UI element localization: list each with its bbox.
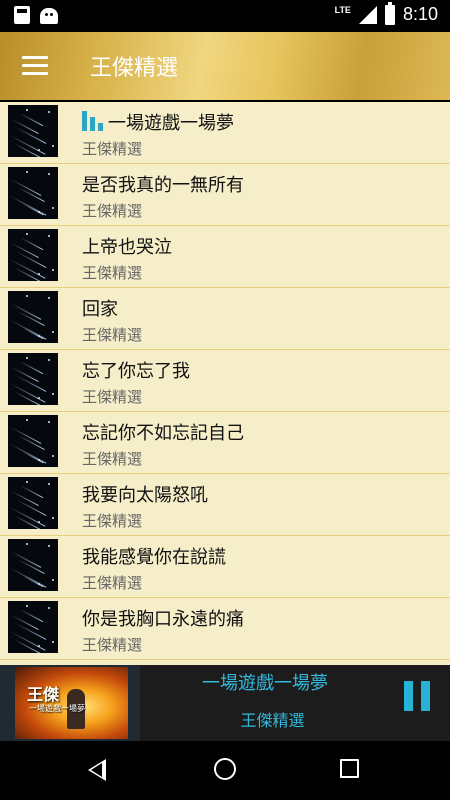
song-thumbnail: [8, 105, 58, 157]
song-subtitle: 王傑精選: [82, 388, 143, 406]
song-subtitle: 王傑精選: [82, 512, 143, 530]
signal-icon: [358, 5, 377, 24]
song-subtitle: 王傑精選: [82, 264, 143, 282]
status-bar: LTE 8:10: [0, 0, 450, 32]
song-title: 我要向太陽怒吼: [82, 481, 208, 507]
song-thumbnail: [8, 229, 58, 281]
album-art-subtitle: 一場遊戲一場夢: [29, 704, 85, 713]
app-bar: 王傑精選: [0, 32, 450, 100]
home-icon[interactable]: [214, 758, 236, 780]
pause-icon[interactable]: [404, 681, 430, 711]
song-thumbnail: [8, 167, 58, 219]
song-row[interactable]: 上帝也哭泣 王傑精選: [0, 226, 450, 288]
song-subtitle: 王傑精選: [82, 140, 143, 158]
song-thumbnail: [8, 415, 58, 467]
song-thumbnail: [8, 601, 58, 653]
song-title-text: 我能感覺你在說謊: [82, 547, 226, 568]
recents-icon[interactable]: [340, 759, 359, 778]
song-title-text: 我要向太陽怒吼: [82, 485, 208, 506]
song-row[interactable]: 我能感覺你在說謊 王傑精選: [0, 536, 450, 598]
song-title-text: 回家: [82, 299, 118, 320]
sd-card-icon: [14, 6, 30, 24]
battery-icon: [384, 1, 395, 25]
song-row[interactable]: 是否我真的一無所有 王傑精選: [0, 164, 450, 226]
song-subtitle: 王傑精選: [82, 202, 143, 220]
android-icon: [40, 8, 58, 24]
song-title: 回家: [82, 295, 118, 321]
song-title: 你是我胸口永遠的痛: [82, 605, 244, 631]
song-title: 上帝也哭泣: [82, 233, 172, 259]
now-playing-subtitle: 王傑精選: [240, 711, 305, 730]
song-subtitle: 王傑精選: [82, 450, 143, 468]
song-title-text: 一場遊戲一場夢: [108, 113, 234, 134]
equalizer-icon: [82, 111, 104, 131]
song-row[interactable]: 一場遊戲一場夢王傑精選: [0, 102, 450, 164]
song-thumbnail: [8, 477, 58, 529]
album-art-pane: 王傑 一場遊戲一場夢: [0, 665, 140, 741]
song-row[interactable]: 回家 王傑精選: [0, 288, 450, 350]
hamburger-menu-icon[interactable]: [22, 56, 48, 76]
song-row[interactable]: 我要向太陽怒吼 王傑精選: [0, 474, 450, 536]
song-row[interactable]: 忘記你不如忘記自己 王傑精選: [0, 412, 450, 474]
song-list[interactable]: 一場遊戲一場夢 王傑精選 是否我真的一無所有 王傑精選 上帝也哭泣 王傑精選 回家 王傑精選忘…: [0, 102, 450, 665]
song-thumbnail: [8, 353, 58, 405]
song-subtitle: 王傑精選: [82, 574, 143, 592]
song-title: 我能感覺你在說謊: [82, 543, 226, 569]
system-nav-bar: [0, 741, 450, 800]
song-row[interactable]: 忘了你忘了我 王傑精選: [0, 350, 450, 412]
song-title: 忘了你忘了我: [82, 357, 190, 383]
song-title-text: 是否我真的一無所有: [82, 175, 244, 196]
now-playing-title: 一場遊戲一場夢: [202, 673, 328, 694]
song-thumbnail: [8, 539, 58, 591]
song-subtitle: 王傑精選: [82, 636, 143, 654]
song-title: 忘記你不如忘記自己: [82, 419, 244, 445]
back-icon[interactable]: [88, 759, 106, 781]
song-subtitle: 王傑精選: [82, 326, 143, 344]
lte-indicator: LTE: [334, 5, 351, 15]
song-title-text: 你是我胸口永遠的痛: [82, 609, 244, 630]
album-art-title: 王傑: [27, 685, 60, 704]
page-title: 王傑精選: [90, 56, 179, 81]
now-playing-bar[interactable]: 王傑 一場遊戲一場夢 一場遊戲一場夢 王傑精選: [0, 665, 450, 741]
song-title-text: 忘記你不如忘記自己: [82, 423, 244, 444]
song-title-text: 忘了你忘了我: [82, 361, 190, 382]
song-title-text: 上帝也哭泣: [82, 237, 172, 258]
status-clock: 8:10: [402, 4, 438, 24]
album-art[interactable]: 王傑 一場遊戲一場夢: [15, 667, 128, 739]
song-thumbnail: [8, 291, 58, 343]
song-title: 一場遊戲一場夢: [82, 109, 234, 135]
song-row[interactable]: 你是我胸口永遠的痛 王傑精選: [0, 598, 450, 660]
song-title: 是否我真的一無所有: [82, 171, 244, 197]
